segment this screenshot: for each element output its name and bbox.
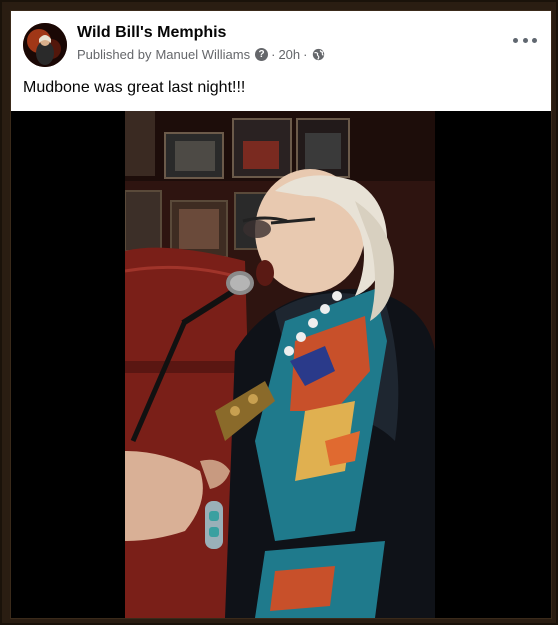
author-link[interactable]: Manuel Williams xyxy=(155,47,250,62)
globe-icon[interactable] xyxy=(312,48,325,61)
dot-icon xyxy=(522,37,528,43)
more-options-button[interactable] xyxy=(513,33,537,47)
page-avatar[interactable] xyxy=(23,23,67,67)
post-message: Mudbone was great last night!!! xyxy=(23,79,246,96)
picture-frame: Wild Bill's Memphis Published by Manuel … xyxy=(0,0,558,625)
video-frame[interactable] xyxy=(125,111,435,618)
post-header-card: Wild Bill's Memphis Published by Manuel … xyxy=(11,11,551,111)
meta-separator: · xyxy=(271,47,276,62)
post-timestamp[interactable]: 20h xyxy=(278,47,300,62)
help-icon[interactable]: ? xyxy=(255,48,269,61)
post-meta: Published by Manuel Williams ? · 20h · xyxy=(77,47,325,62)
dot-icon xyxy=(513,37,518,43)
meta-separator: · xyxy=(303,47,308,62)
avatar-image xyxy=(23,23,67,67)
dot-icon xyxy=(532,37,537,43)
page-name-link[interactable]: Wild Bill's Memphis xyxy=(77,24,226,42)
post-container: Wild Bill's Memphis Published by Manuel … xyxy=(10,10,552,619)
video-player[interactable] xyxy=(11,111,551,618)
published-by-label: Published by xyxy=(77,47,152,62)
video-still-image xyxy=(125,111,435,618)
